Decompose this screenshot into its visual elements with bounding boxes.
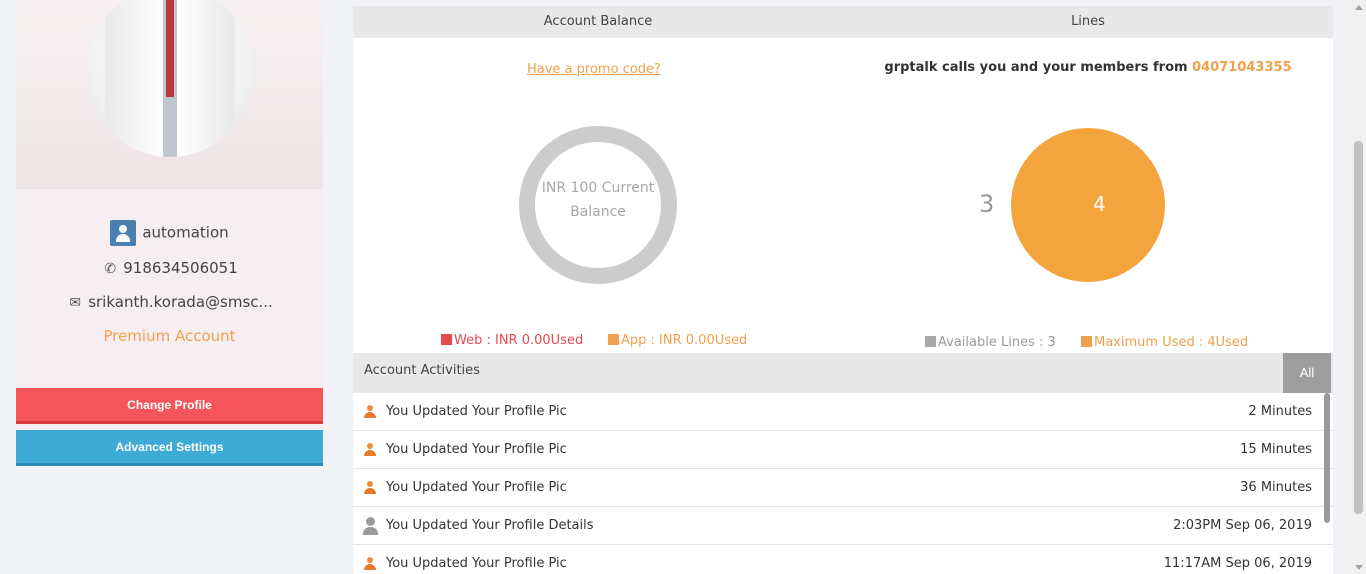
activity-time: 2 Minutes	[1248, 404, 1312, 419]
avatar-tie	[166, 0, 174, 97]
page-scrollbar-thumb[interactable]	[1354, 141, 1363, 514]
profile-pic-icon	[363, 405, 377, 419]
promo-code-link[interactable]: Have a promo code?	[527, 62, 661, 77]
profile-pic-icon	[363, 557, 377, 571]
phone-row: ✆ 918634506051	[16, 259, 323, 277]
account-balance-header: Account Balance	[543, 14, 653, 29]
filter-all-button[interactable]: All	[1283, 353, 1331, 393]
legend-available-lines: Available Lines : 3	[925, 335, 1056, 350]
lines-phone-number: 04071043355	[1192, 60, 1292, 75]
profile-details-icon	[363, 517, 378, 535]
change-profile-button[interactable]: Change Profile	[16, 388, 323, 424]
legend-maximum-label: Maximum Used : 4Used	[1094, 335, 1249, 350]
email-row: ✉ srikanth.korada@smsc...	[16, 293, 323, 311]
legend-maximum-swatch	[1081, 336, 1092, 347]
activity-text: You Updated Your Profile Details	[386, 518, 594, 533]
legend-app-label: App : INR 0.00Used	[621, 333, 748, 348]
avatar[interactable]	[85, 0, 255, 157]
avatar-coat-right	[175, 0, 235, 157]
lines-title-prefix: grptalk calls you and your members from	[884, 60, 1188, 75]
legend-web-swatch	[441, 334, 452, 345]
activities-header: Account Activities All	[353, 353, 1333, 393]
scroll-down-arrow-icon[interactable]	[1355, 565, 1363, 570]
activities-title: Account Activities	[364, 363, 480, 378]
activities-scrollbar[interactable]	[1324, 393, 1330, 523]
activity-text: You Updated Your Profile Pic	[386, 442, 567, 457]
envelope-icon: ✉	[69, 295, 82, 311]
panel-headers: Account Balance Lines	[353, 6, 1333, 38]
profile-pic-icon	[363, 481, 377, 495]
legend-web: Web : INR 0.00Used	[441, 333, 583, 348]
user-icon	[110, 220, 137, 246]
activities-list: You Updated Your Profile Pic 2 Minutes Y…	[353, 393, 1333, 574]
phone-icon: ✆	[104, 261, 117, 277]
page-scrollbar[interactable]	[1351, 0, 1366, 574]
lines-title: grptalk calls you and your members from …	[843, 60, 1333, 75]
activity-time: 15 Minutes	[1240, 442, 1312, 457]
activity-time: 2:03PM Sep 06, 2019	[1173, 518, 1312, 533]
activity-row: You Updated Your Profile Pic 15 Minutes	[353, 431, 1333, 469]
balance-ring-text: INR 100 Current Balance	[519, 176, 677, 224]
profile-photo-area	[16, 0, 323, 189]
available-lines-value: 3	[979, 190, 995, 218]
legend-web-label: Web : INR 0.00Used	[454, 333, 584, 348]
balance-ring-line2: Balance	[570, 204, 626, 220]
email-address: srikanth.korada@smsc...	[88, 293, 273, 311]
avatar-coat-left	[105, 0, 165, 157]
activity-row: You Updated Your Profile Pic 11:17AM Sep…	[353, 545, 1333, 574]
username-row: automation	[16, 220, 323, 246]
legend-app-swatch	[608, 334, 619, 345]
activity-row: You Updated Your Profile Details 2:03PM …	[353, 507, 1333, 545]
balance-ring-line1: INR 100 Current	[541, 180, 655, 196]
dashboard-panel: Account Balance Lines Have a promo code?…	[353, 6, 1333, 574]
activity-text: You Updated Your Profile Pic	[386, 404, 567, 419]
legend-available-swatch	[925, 336, 936, 347]
account-type: Premium Account	[103, 327, 236, 345]
legend-available-label: Available Lines : 3	[938, 335, 1056, 350]
activity-text: You Updated Your Profile Pic	[386, 480, 567, 495]
used-lines-value: 4	[1093, 192, 1106, 216]
phone-number: 918634506051	[123, 259, 238, 277]
activity-row: You Updated Your Profile Pic 36 Minutes	[353, 469, 1333, 507]
username: automation	[142, 223, 229, 242]
activity-time: 11:17AM Sep 06, 2019	[1163, 556, 1312, 571]
lines-pie	[1011, 128, 1165, 282]
scroll-up-arrow-icon[interactable]	[1355, 5, 1363, 10]
activity-row: You Updated Your Profile Pic 2 Minutes	[353, 393, 1333, 431]
advanced-settings-button[interactable]: Advanced Settings	[16, 430, 323, 466]
lines-header: Lines	[1071, 14, 1105, 29]
activity-time: 36 Minutes	[1240, 480, 1312, 495]
legend-maximum-used: Maximum Used : 4Used	[1081, 335, 1248, 350]
legend-app: App : INR 0.00Used	[608, 333, 747, 348]
activity-text: You Updated Your Profile Pic	[386, 556, 567, 571]
profile-pic-icon	[363, 443, 377, 457]
